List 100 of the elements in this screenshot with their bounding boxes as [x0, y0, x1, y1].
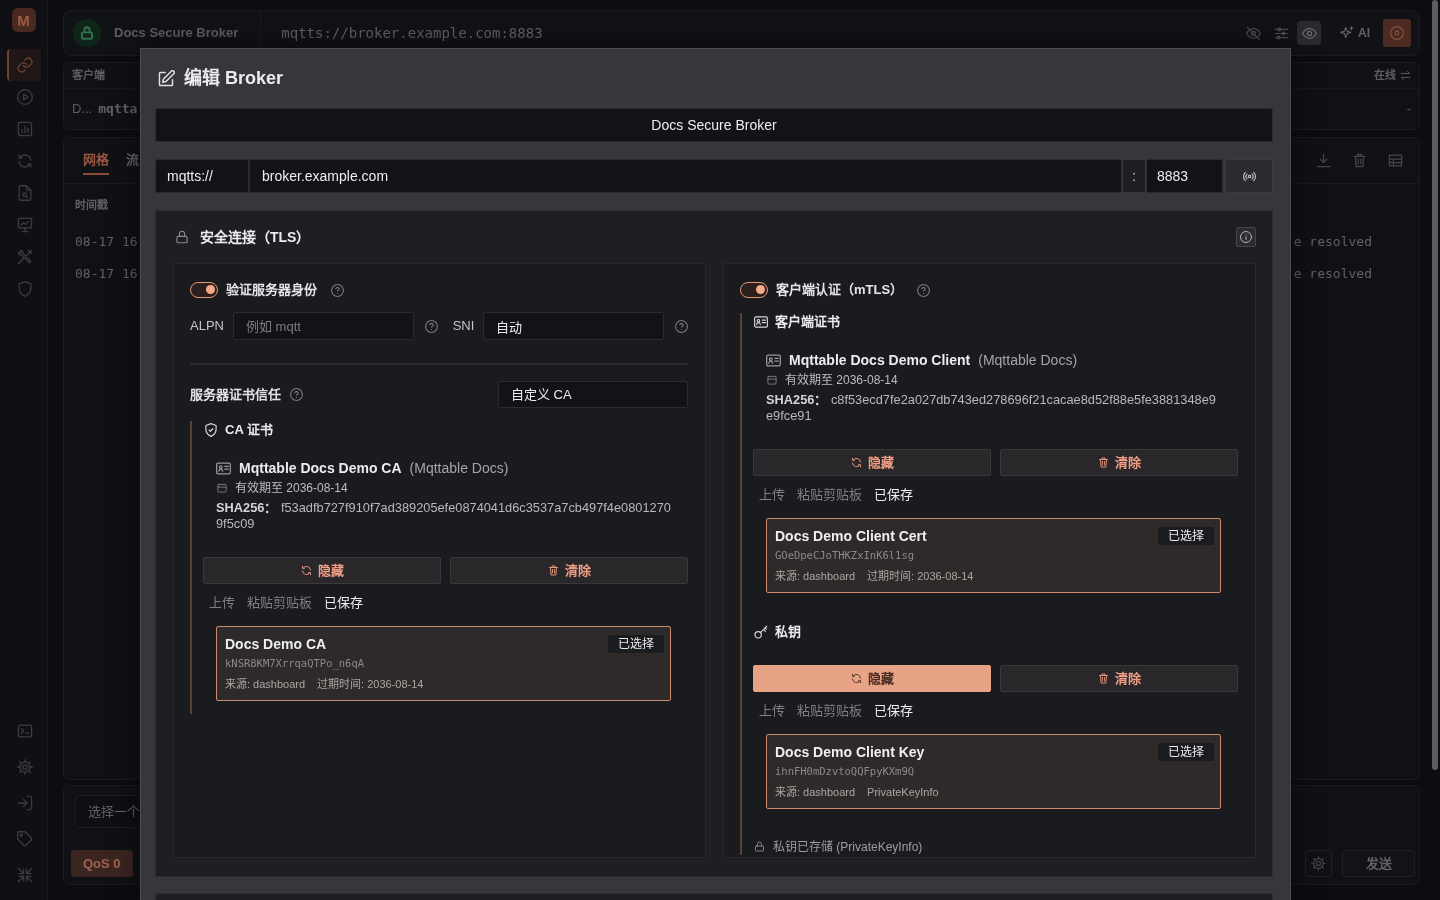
- hide-button[interactable]: 隐藏: [203, 557, 441, 584]
- toggle-switch[interactable]: [190, 282, 218, 298]
- field-label: ALPN: [190, 317, 224, 336]
- trust-select[interactable]: 自定义 CA: [498, 381, 688, 408]
- sliders-icon: [1273, 25, 1289, 41]
- selected-badge: 已选择: [1158, 527, 1214, 545]
- client-name: D...: [72, 100, 93, 119]
- message-time: 08-17 16: [75, 265, 138, 284]
- tool-button[interactable]: [1305, 850, 1332, 877]
- item-id: GOeDpeCJoTHKZxInK6l1sg: [775, 548, 916, 564]
- client-id: mqtta: [98, 100, 138, 119]
- certificate-name: Mqttable Docs Demo CA: [239, 458, 402, 478]
- play-icon: [16, 89, 33, 105]
- group-title: 私钥: [775, 622, 801, 641]
- help-icon[interactable]: [424, 319, 438, 333]
- broadcast-button[interactable]: [1225, 159, 1273, 193]
- source-tab[interactable]: 已保存: [324, 593, 363, 613]
- sync-icon: [16, 153, 33, 169]
- source-tab[interactable]: 粘贴剪贴板: [797, 701, 862, 721]
- trash-icon: [1097, 457, 1109, 468]
- link-icon: [16, 57, 33, 73]
- help-icon[interactable]: [917, 283, 931, 297]
- broker-name: Docs Secure Broker: [114, 24, 239, 43]
- hide-button[interactable]: 隐藏: [753, 665, 991, 692]
- sidebar-item[interactable]: [6, 49, 41, 81]
- trash-icon[interactable]: [1352, 153, 1367, 168]
- protocol-select[interactable]: mqtts://: [155, 159, 249, 193]
- item-meta: PrivateKeyInfo: [867, 784, 939, 800]
- text-field[interactable]: 例如 mqtt: [232, 312, 414, 340]
- scrollbar-thumb[interactable]: [1432, 0, 1438, 770]
- lock-icon: [754, 841, 765, 852]
- lock-icon: [73, 19, 101, 47]
- info-button[interactable]: [1236, 227, 1256, 247]
- toggle-switch[interactable]: [740, 282, 768, 298]
- item-meta: 来源: dashboard: [775, 784, 856, 800]
- toggle-label: 客户端认证（mTLS）: [776, 281, 904, 300]
- port-separator: :: [1122, 159, 1146, 193]
- lock-icon: [175, 230, 189, 244]
- info-icon: [1240, 231, 1252, 243]
- message-time: 08-17 16: [75, 233, 138, 252]
- certificate-issuer: (Mqttable Docs): [978, 350, 1078, 370]
- id-card-icon: [766, 352, 781, 368]
- terminal-icon: [16, 723, 33, 739]
- sync-icon: [850, 457, 862, 468]
- hide-button[interactable]: 隐藏: [753, 449, 991, 476]
- clear-button[interactable]: 清除: [450, 557, 688, 584]
- status-note: 私钥已存储 (PrivateKeyInfo): [773, 838, 923, 856]
- field-label: SNI: [452, 317, 475, 336]
- validity-date: 有效期至 2036-08-14: [785, 372, 898, 389]
- id-card-icon: [754, 314, 768, 329]
- saved-item-card[interactable]: Docs Demo Client Cert 已选择 GOeDpeCJoTHKZxInK6l1sg 来源: dashboard 过期时间: 2036-08-14: [766, 518, 1221, 593]
- clear-button[interactable]: 清除: [1000, 449, 1238, 476]
- help-icon[interactable]: [290, 388, 303, 401]
- collapse-icon: [16, 867, 33, 883]
- settings-icon: [16, 759, 33, 775]
- help-icon[interactable]: [331, 283, 344, 297]
- source-tab[interactable]: 已保存: [874, 701, 913, 721]
- trash-icon: [1097, 673, 1109, 684]
- selected-badge: 已选择: [608, 635, 664, 653]
- help-icon[interactable]: [675, 319, 688, 333]
- client-status: -: [1406, 100, 1411, 119]
- saved-item-card[interactable]: Docs Demo CA 已选择 kNSR8KM7XrrqaQTPo_n6qA 来源: dashboard 过期时间: 2036-08-14: [216, 626, 671, 701]
- eye-icon: [1301, 25, 1317, 41]
- calendar-icon: [767, 375, 777, 385]
- shield-check-icon: [204, 422, 218, 437]
- key-icon: [754, 624, 768, 639]
- source-tab[interactable]: 粘贴剪贴板: [247, 593, 312, 613]
- source-tab[interactable]: 粘贴剪贴板: [797, 485, 862, 505]
- shield-icon: [16, 281, 33, 297]
- item-title: Docs Demo CA: [225, 634, 327, 654]
- app-logo: M: [11, 8, 36, 32]
- field-label: 服务器证书信任: [190, 385, 281, 404]
- name-field[interactable]: Docs Secure Broker: [155, 108, 1273, 142]
- toolbar-button[interactable]: [1297, 21, 1321, 45]
- source-tab[interactable]: 上传: [759, 701, 785, 721]
- column-header: 客户端: [72, 67, 105, 84]
- bar-chart-icon: [16, 121, 33, 137]
- target-icon: [1390, 26, 1404, 40]
- calendar-icon: [217, 483, 227, 493]
- group-title: CA 证书: [225, 420, 273, 439]
- message-text: e resolved: [1293, 265, 1372, 284]
- clear-button[interactable]: 清除: [1000, 665, 1238, 692]
- sync-icon: [300, 565, 312, 576]
- item-meta: 过期时间: 2036-08-14: [867, 568, 974, 584]
- source-tab[interactable]: 上传: [209, 593, 235, 613]
- swap-icon[interactable]: [1400, 70, 1411, 81]
- port-field[interactable]: 8883: [1146, 159, 1223, 193]
- download-icon[interactable]: [1316, 153, 1331, 168]
- chart-board-icon: [16, 217, 33, 233]
- item-meta: 过期时间: 2036-08-14: [317, 676, 424, 692]
- host-field[interactable]: broker.example.com: [249, 159, 1122, 193]
- table-icon[interactable]: [1388, 153, 1403, 168]
- gear-icon: [1311, 856, 1326, 871]
- fingerprint-text: SHA256： c8f53ecd7fe2a027db743ed278696f21cacae8d52f88e5fe3881348e9e9fce91: [766, 392, 1217, 424]
- source-tab[interactable]: 已保存: [874, 485, 913, 505]
- text-field[interactable]: 自动: [483, 312, 664, 340]
- sync-icon: [850, 673, 862, 684]
- action-button[interactable]: [1383, 19, 1411, 47]
- source-tab[interactable]: 上传: [759, 485, 785, 505]
- saved-item-card[interactable]: Docs Demo Client Key 已选择 ihnFH0mDzvtoQQFpyKXm9Q 来源: dashboard PrivateKeyInfo: [766, 734, 1221, 809]
